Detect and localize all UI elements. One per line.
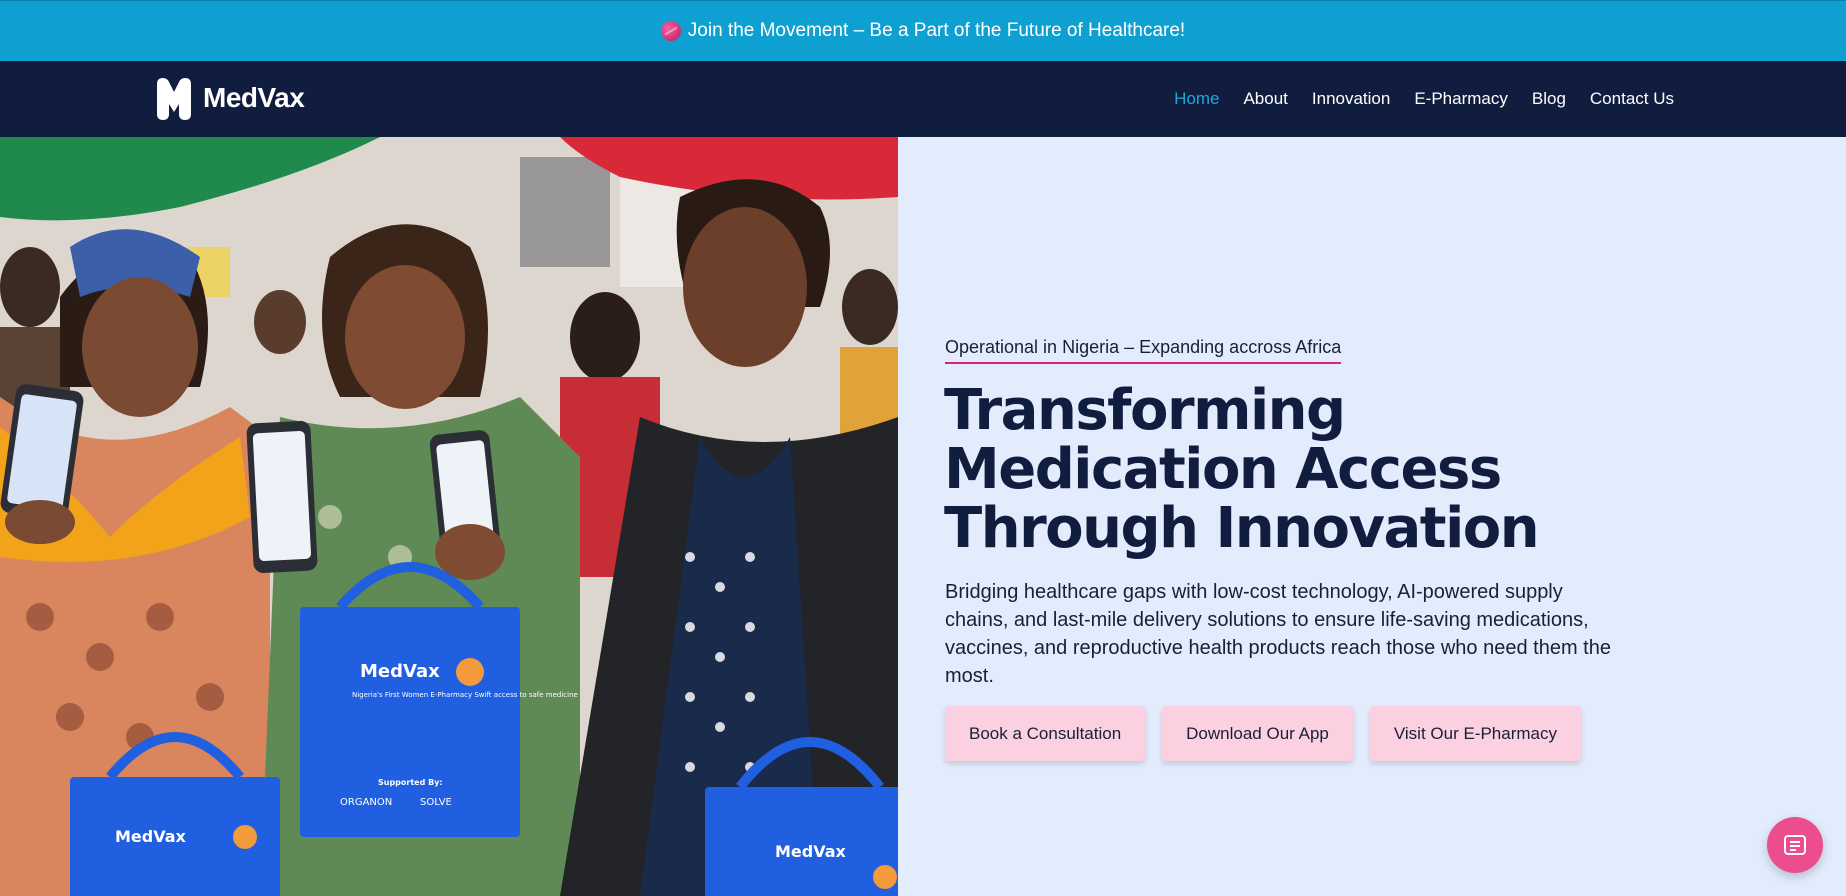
hero-photo-illustration: MedVax Nigeria's First Women E-Pharmacy … bbox=[0, 137, 898, 896]
hero-subtext: Bridging healthcare gaps with low-cost t… bbox=[945, 581, 1611, 687]
nav-links: Home About Innovation E-Pharmacy Blog Co… bbox=[1150, 61, 1674, 137]
chat-button[interactable] bbox=[1767, 817, 1823, 873]
hero-tagline: Operational in Nigeria – Expanding accro… bbox=[945, 337, 1342, 364]
announcement-bar[interactable]: Join the Movement – Be a Part of the Fut… bbox=[0, 0, 1846, 61]
nav-contact-us[interactable]: Contact Us bbox=[1590, 89, 1674, 109]
hero-headline: Transforming Medication Access Through I… bbox=[944, 381, 1644, 558]
hero-cta-row: Book a Consultation Download Our App Vis… bbox=[945, 706, 1598, 761]
hero-photo: MedVax Nigeria's First Women E-Pharmacy … bbox=[0, 137, 898, 896]
headline-line-3: Through Innovation bbox=[944, 496, 1540, 561]
headline-line-2: Medication Access bbox=[944, 437, 1502, 502]
nav-e-pharmacy[interactable]: E-Pharmacy bbox=[1414, 89, 1508, 109]
brand-name: MedVax bbox=[203, 82, 305, 113]
main-navbar: MedVax Home About Innovation E-Pharmacy … bbox=[0, 61, 1846, 137]
announcement-text: Join the Movement – Be a Part of the Fut… bbox=[687, 20, 1186, 41]
headline-line-1: Transforming bbox=[944, 378, 1346, 443]
visit-e-pharmacy-button[interactable]: Visit Our E-Pharmacy bbox=[1369, 706, 1581, 761]
book-consultation-button[interactable]: Book a Consultation bbox=[945, 706, 1146, 761]
globe-icon bbox=[660, 21, 681, 41]
chat-icon bbox=[1784, 835, 1806, 855]
bag-brand-text-3: MedVax bbox=[775, 842, 847, 861]
bag-brand-text-2: MedVax bbox=[115, 827, 187, 846]
download-app-button[interactable]: Download Our App bbox=[1162, 706, 1353, 761]
nav-about[interactable]: About bbox=[1243, 89, 1287, 109]
nav-innovation[interactable]: Innovation bbox=[1312, 89, 1390, 109]
bag-sponsor-organon: ORGANON bbox=[340, 797, 392, 808]
bag-tagline-text: Nigeria's First Women E-Pharmacy Swift a… bbox=[352, 691, 578, 699]
nav-blog[interactable]: Blog bbox=[1532, 89, 1566, 109]
bag-supported-by-text: Supported By: bbox=[378, 778, 443, 787]
medvax-logo-icon bbox=[157, 78, 191, 120]
bag-brand-text: MedVax bbox=[360, 661, 440, 682]
bag-sponsor-solve: SOLVE bbox=[420, 797, 452, 808]
nav-home[interactable]: Home bbox=[1174, 89, 1219, 109]
brand-logo[interactable]: MedVax bbox=[153, 76, 305, 120]
